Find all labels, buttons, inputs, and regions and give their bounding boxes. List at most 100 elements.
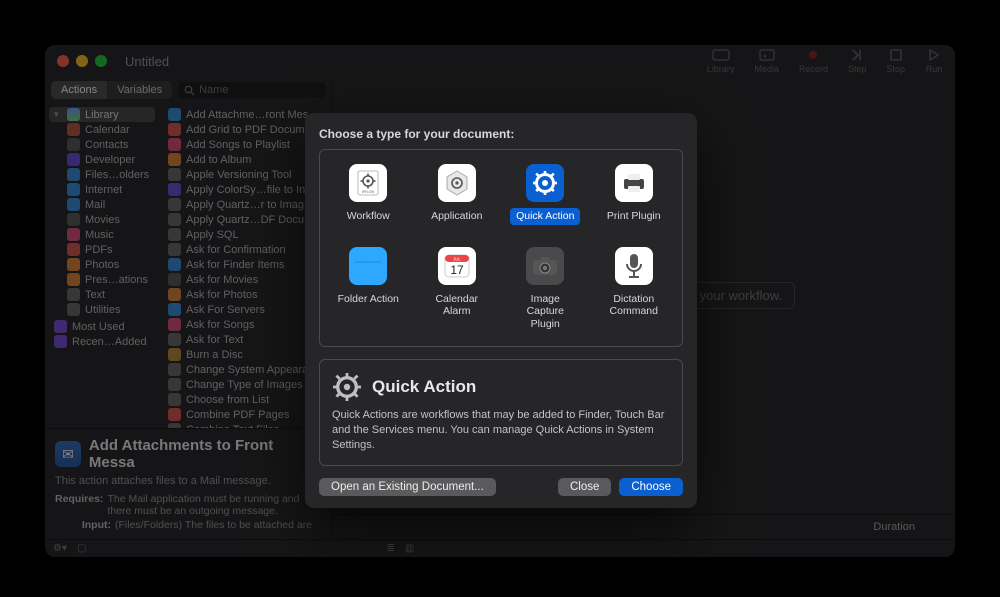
- type-quick-action[interactable]: Quick Action: [505, 160, 586, 229]
- action-item[interactable]: Ask for Songs: [163, 317, 328, 332]
- category-item[interactable]: Contacts: [49, 137, 155, 152]
- category-icon: [67, 198, 80, 211]
- library-header[interactable]: ▾ Library: [49, 107, 155, 122]
- action-item[interactable]: Ask for Confirmation: [163, 242, 328, 257]
- category-item[interactable]: Mail: [49, 197, 155, 212]
- toolbar-media-button[interactable]: Media: [754, 48, 779, 74]
- toolbar-step-button[interactable]: Step: [848, 48, 867, 74]
- action-item[interactable]: Ask for Text: [163, 332, 328, 347]
- category-item[interactable]: Text: [49, 287, 155, 302]
- category-item[interactable]: Movies: [49, 212, 155, 227]
- toolbar-stop-button[interactable]: Stop: [886, 48, 905, 74]
- action-icon: [168, 363, 181, 376]
- svg-text:JUL: JUL: [453, 256, 461, 261]
- description-text: Quick Actions are workflows that may be …: [332, 408, 670, 453]
- description-title: Quick Action: [372, 377, 476, 397]
- type-application[interactable]: Application: [417, 160, 498, 229]
- action-icon: [168, 213, 181, 226]
- type-image-capture-plugin[interactable]: Image Capture Plugin: [505, 243, 586, 337]
- library-icon: [67, 108, 80, 121]
- tab-actions[interactable]: Actions: [51, 81, 107, 99]
- printer-icon: [615, 164, 653, 202]
- search-input[interactable]: [199, 84, 320, 96]
- type-calendar-alarm[interactable]: JUL17 Calendar Alarm: [417, 243, 498, 337]
- category-smart-item[interactable]: Most Used: [49, 319, 155, 334]
- action-item[interactable]: Add Songs to Playlist: [163, 137, 328, 152]
- action-icon: [168, 123, 181, 136]
- folder-icon: [349, 247, 387, 285]
- template-chooser-sheet: Choose a type for your document: WFLOW W…: [305, 113, 697, 508]
- category-item[interactable]: Internet: [49, 182, 155, 197]
- category-icon: [67, 153, 80, 166]
- action-icon: [168, 198, 181, 211]
- action-icon: [168, 333, 181, 346]
- toolbar-library-button[interactable]: Library: [707, 48, 735, 74]
- category-item[interactable]: Utilities: [49, 302, 155, 317]
- action-item[interactable]: Ask For Servers: [163, 302, 328, 317]
- disclosure-icon[interactable]: ▢: [77, 543, 86, 554]
- action-item[interactable]: Combine PDF Pages: [163, 407, 328, 422]
- toolbar-run-button[interactable]: Run: [925, 48, 943, 74]
- microphone-icon: [615, 247, 653, 285]
- gear-icon[interactable]: ⚙︎▾: [53, 543, 67, 554]
- action-item[interactable]: Ask for Finder Items: [163, 257, 328, 272]
- action-item[interactable]: Change System Appearan: [163, 362, 328, 377]
- record-icon: [804, 48, 822, 62]
- type-dictation-command[interactable]: Dictation Command: [594, 243, 675, 337]
- category-icon: [67, 258, 80, 271]
- action-icon: [168, 108, 181, 121]
- category-item[interactable]: Photos: [49, 257, 155, 272]
- action-item[interactable]: Apply Quartz…DF Docu: [163, 212, 328, 227]
- close-button[interactable]: Close: [558, 478, 611, 496]
- choose-button[interactable]: Choose: [619, 478, 683, 496]
- action-item[interactable]: Add to Album: [163, 152, 328, 167]
- type-folder-action[interactable]: Folder Action: [328, 243, 409, 337]
- action-icon: [168, 138, 181, 151]
- action-icon: [168, 288, 181, 301]
- close-window-button[interactable]: [57, 55, 69, 67]
- type-workflow[interactable]: WFLOW Workflow: [328, 160, 409, 229]
- category-icon: [67, 213, 80, 226]
- step-icon: [848, 48, 866, 62]
- category-item[interactable]: Files…olders: [49, 167, 155, 182]
- action-item[interactable]: Choose from List: [163, 392, 328, 407]
- type-print-plugin[interactable]: Print Plugin: [594, 160, 675, 229]
- category-smart-item[interactable]: Recen…Added: [49, 334, 155, 349]
- detail-requires: The Mail application must be running and…: [107, 493, 322, 517]
- smart-folder-icon: [54, 320, 67, 333]
- columns-view-icon[interactable]: ▥: [405, 543, 414, 554]
- category-icon: [67, 243, 80, 256]
- tab-variables[interactable]: Variables: [107, 81, 172, 99]
- detail-input: (Files/Folders) The files to be attached…: [115, 519, 312, 531]
- category-item[interactable]: Developer: [49, 152, 155, 167]
- action-item[interactable]: Ask for Movies: [163, 272, 328, 287]
- category-item[interactable]: PDFs: [49, 242, 155, 257]
- camera-icon: [526, 247, 564, 285]
- action-icon: [168, 153, 181, 166]
- action-item[interactable]: Apply ColorSy…file to In: [163, 182, 328, 197]
- list-view-icon[interactable]: ≣: [386, 543, 394, 554]
- category-item[interactable]: Calendar: [49, 122, 155, 137]
- open-existing-button[interactable]: Open an Existing Document...: [319, 478, 496, 496]
- action-item[interactable]: Ask for Photos: [163, 287, 328, 302]
- action-item[interactable]: Add Grid to PDF Docum: [163, 122, 328, 137]
- category-item[interactable]: Music: [49, 227, 155, 242]
- svg-text:17: 17: [450, 263, 464, 277]
- action-item[interactable]: Apply Quartz…r to Imag: [163, 197, 328, 212]
- action-item[interactable]: Change Type of Images: [163, 377, 328, 392]
- toolbar-record-button[interactable]: Record: [799, 48, 828, 74]
- action-item[interactable]: Add Attachme…ront Mes: [163, 107, 328, 122]
- smart-folder-icon: [54, 335, 67, 348]
- zoom-window-button[interactable]: [95, 55, 107, 67]
- log-duration-column: Duration: [873, 521, 915, 533]
- search-field[interactable]: [178, 82, 326, 98]
- minimize-window-button[interactable]: [76, 55, 88, 67]
- log-header: Duration: [333, 514, 955, 539]
- category-list: ▾ Library CalendarContactsDeveloperFiles…: [45, 103, 159, 428]
- action-icon: [168, 378, 181, 391]
- category-item[interactable]: Pres…ations: [49, 272, 155, 287]
- action-item[interactable]: Apply SQL: [163, 227, 328, 242]
- action-item[interactable]: Burn a Disc: [163, 347, 328, 362]
- statusbar: ⚙︎▾ ▢ ≣ ▥: [45, 539, 955, 557]
- action-item[interactable]: Apple Versioning Tool: [163, 167, 328, 182]
